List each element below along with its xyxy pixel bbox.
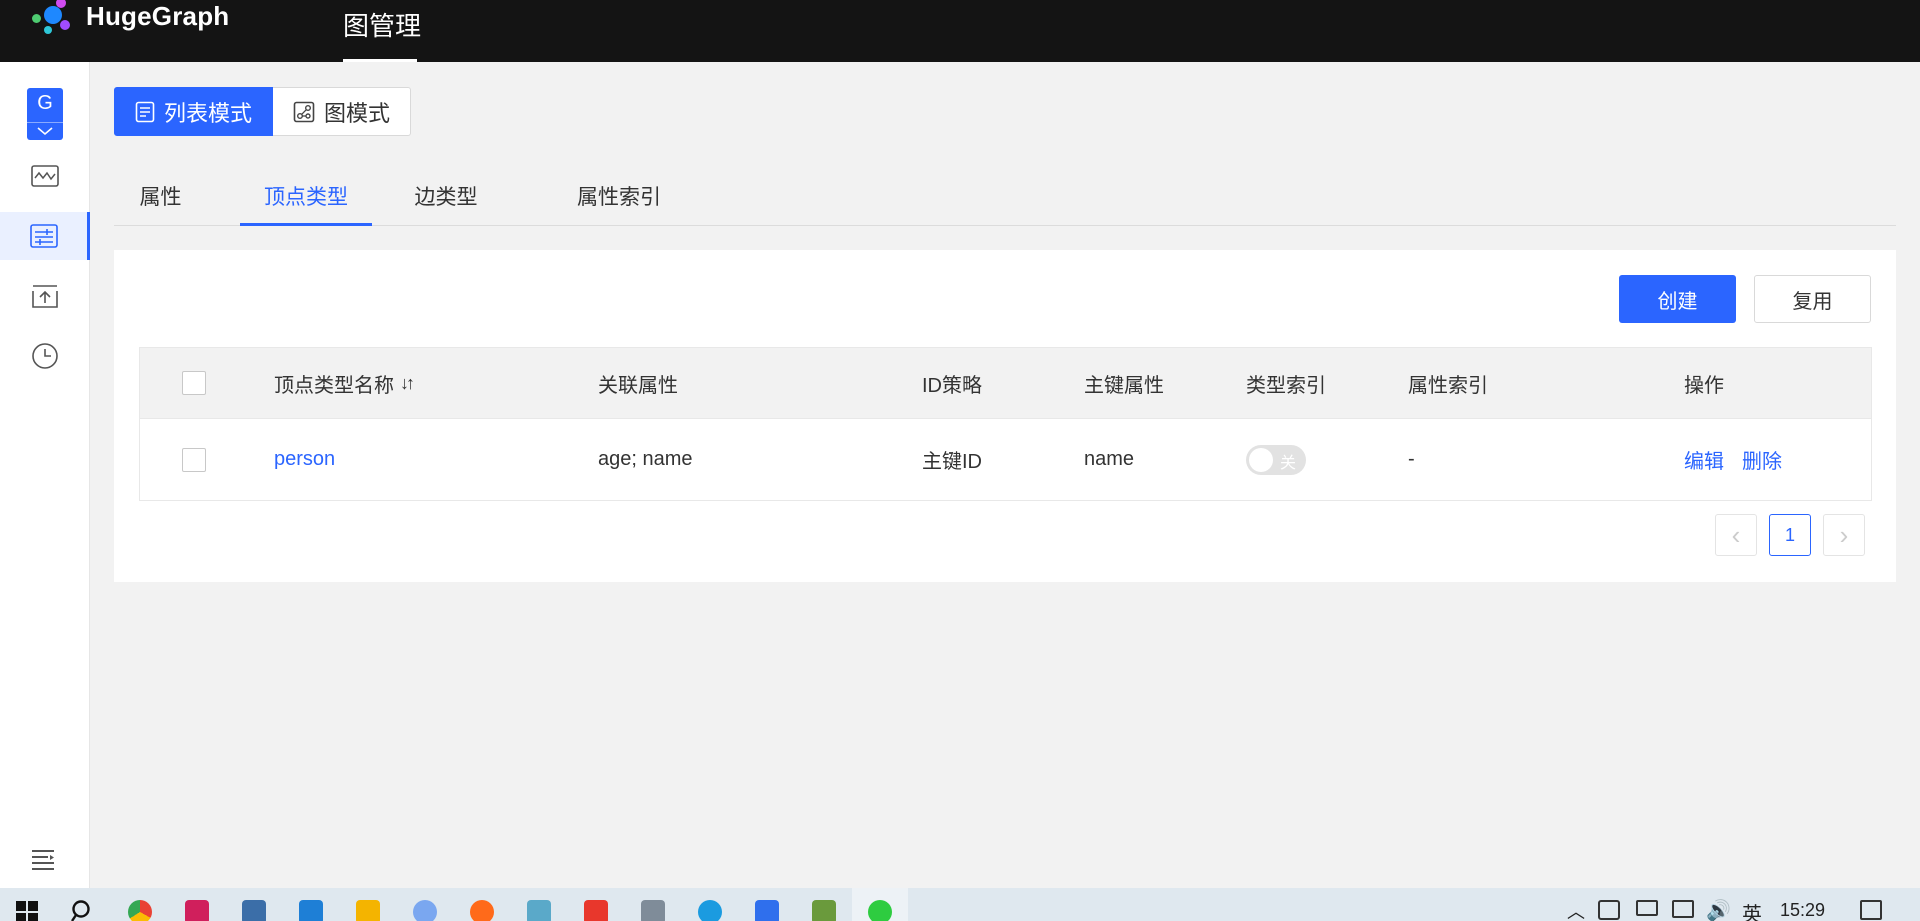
edit-link[interactable]: 编辑 [1684, 445, 1724, 474]
sort-icon[interactable]: ↓↑ [400, 373, 415, 394]
tab-property-indexes[interactable]: 属性索引 [554, 170, 684, 226]
clock-icon [32, 343, 58, 369]
postman-icon[interactable] [470, 900, 494, 921]
table-row: person age; name 主键ID name 关 - 编辑 删除 [140, 418, 1871, 500]
sidebar-item-data-import[interactable] [0, 272, 90, 320]
vertex-name[interactable]: person [274, 448, 335, 471]
app-window-icon[interactable] [242, 900, 266, 921]
sliders-list-icon [29, 224, 58, 248]
row-checkbox[interactable] [182, 447, 206, 472]
sidebar-item-async-tasks[interactable] [0, 332, 90, 380]
waveform-icon [31, 165, 59, 187]
header-actions: 操作 [1684, 374, 1724, 397]
chevron-left-icon: ‹ [1731, 519, 1741, 550]
select-all-checkbox[interactable] [182, 371, 206, 395]
taskbar-clock[interactable]: 15:29 [1780, 900, 1825, 921]
vertex-primary-keys: name [1084, 448, 1135, 470]
select-all-cell [182, 348, 206, 418]
app-circle-icon[interactable] [413, 900, 437, 921]
type-index-cell: 关 [1246, 419, 1306, 500]
file-explorer-icon[interactable] [356, 900, 380, 921]
delete-link[interactable]: 删除 [1742, 445, 1782, 474]
header-primary-keys: 主键属性 [1084, 374, 1164, 397]
graph-selector[interactable]: G [27, 88, 63, 140]
view-mode-switch: 列表模式 图模式 [114, 87, 412, 136]
feishu-icon[interactable] [755, 900, 779, 921]
tab-edge-types[interactable]: 边类型 [396, 170, 496, 226]
create-button[interactable]: 创建 [1619, 275, 1736, 323]
vertex-id-strategy: 主键ID [922, 451, 982, 473]
sidebar-item-metadata-config[interactable] [0, 212, 90, 260]
pagination-page-1[interactable]: 1 [1769, 514, 1811, 556]
vertex-type-table: 顶点类型名称 ↓↑ 关联属性 ID策略 主键属性 类型索引 属性索引 操作 pe… [139, 347, 1872, 501]
tab-properties[interactable]: 属性 [114, 170, 207, 226]
graph-nodes-icon [293, 101, 315, 122]
vertex-type-panel: 创建 复用 顶点类型名称 ↓↑ 关联属性 ID策略 主键属性 类型索引 属性索引… [114, 250, 1896, 582]
upload-icon [32, 285, 58, 308]
pagination-prev-button[interactable]: ‹ [1715, 514, 1757, 556]
header-props: 关联属性 [598, 374, 678, 397]
hamburger-menu-icon[interactable] [30, 848, 56, 875]
os-taskbar: ︿ 🔊 英 15:29 [0, 888, 1920, 921]
intellij-icon[interactable] [185, 900, 209, 921]
pagination-next-button[interactable]: › [1823, 514, 1865, 556]
type-index-toggle[interactable]: 关 [1246, 444, 1306, 475]
hugegraph-logo-icon [30, 0, 80, 36]
toggle-knob [1249, 447, 1273, 472]
nav-active-indicator [343, 59, 417, 62]
search-icon[interactable] [70, 899, 94, 921]
header-type-index: 类型索引 [1246, 374, 1326, 397]
schema-tabs: 属性 顶点类型 边类型 属性索引 [114, 170, 1896, 226]
chevron-up-icon[interactable]: ︿ [1567, 898, 1585, 921]
list-mode-button[interactable]: 列表模式 [114, 87, 274, 136]
edge-icon[interactable] [698, 900, 722, 921]
app-logo[interactable]: HugeGraph [30, 0, 229, 38]
row-actions: 编辑 删除 [1684, 419, 1782, 500]
reuse-button[interactable]: 复用 [1754, 275, 1871, 323]
vertex-name-link[interactable]: person [274, 419, 335, 500]
spreadsheet-icon[interactable] [812, 900, 836, 921]
header-id-strategy: ID策略 [922, 374, 982, 397]
header-name[interactable]: 顶点类型名称 ↓↑ [274, 348, 415, 418]
sidebar: G [0, 62, 90, 888]
volume-icon[interactable]: 🔊 [1706, 898, 1731, 921]
header-name-label: 顶点类型名称 [274, 374, 394, 397]
chevron-right-icon: › [1839, 519, 1849, 550]
graph-mode-label: 图模式 [324, 100, 391, 126]
header-prop-index: 属性索引 [1408, 374, 1488, 397]
nav-graph-management[interactable]: 图管理 [343, 6, 421, 43]
notes-icon[interactable] [527, 900, 551, 921]
vertex-prop-index: - [1408, 448, 1415, 470]
logo-text: HugeGraph [86, 0, 230, 31]
toggle-label: 关 [1279, 454, 1296, 472]
windows-start-icon[interactable] [16, 901, 38, 921]
network-icon[interactable] [1672, 900, 1694, 918]
table-header: 顶点类型名称 ↓↑ 关联属性 ID策略 主键属性 类型索引 属性索引 操作 [140, 348, 1871, 418]
graph-selector-label: G [37, 92, 53, 114]
vertex-props: age; name [598, 448, 693, 470]
graph-mode-button[interactable]: 图模式 [273, 87, 412, 136]
wechat-icon[interactable] [868, 900, 892, 921]
ime-indicator[interactable]: 英 [1742, 898, 1762, 921]
battery-icon[interactable] [1636, 900, 1658, 916]
sidebar-item-graph-analysis[interactable] [0, 152, 90, 200]
row-select-cell [182, 419, 206, 500]
wps-icon[interactable] [584, 900, 608, 921]
notification-icon[interactable] [1860, 900, 1882, 920]
remote-desktop-icon[interactable] [299, 900, 323, 921]
list-document-icon [135, 101, 155, 122]
app-panel-icon[interactable] [641, 900, 665, 921]
chevron-down-icon [27, 122, 63, 140]
tab-vertex-types[interactable]: 顶点类型 [240, 170, 372, 226]
chrome-icon[interactable] [128, 900, 152, 921]
list-mode-label: 列表模式 [164, 100, 253, 126]
top-nav-bar: HugeGraph 图管理 [0, 0, 1920, 62]
tray-app-icon[interactable] [1598, 900, 1620, 920]
